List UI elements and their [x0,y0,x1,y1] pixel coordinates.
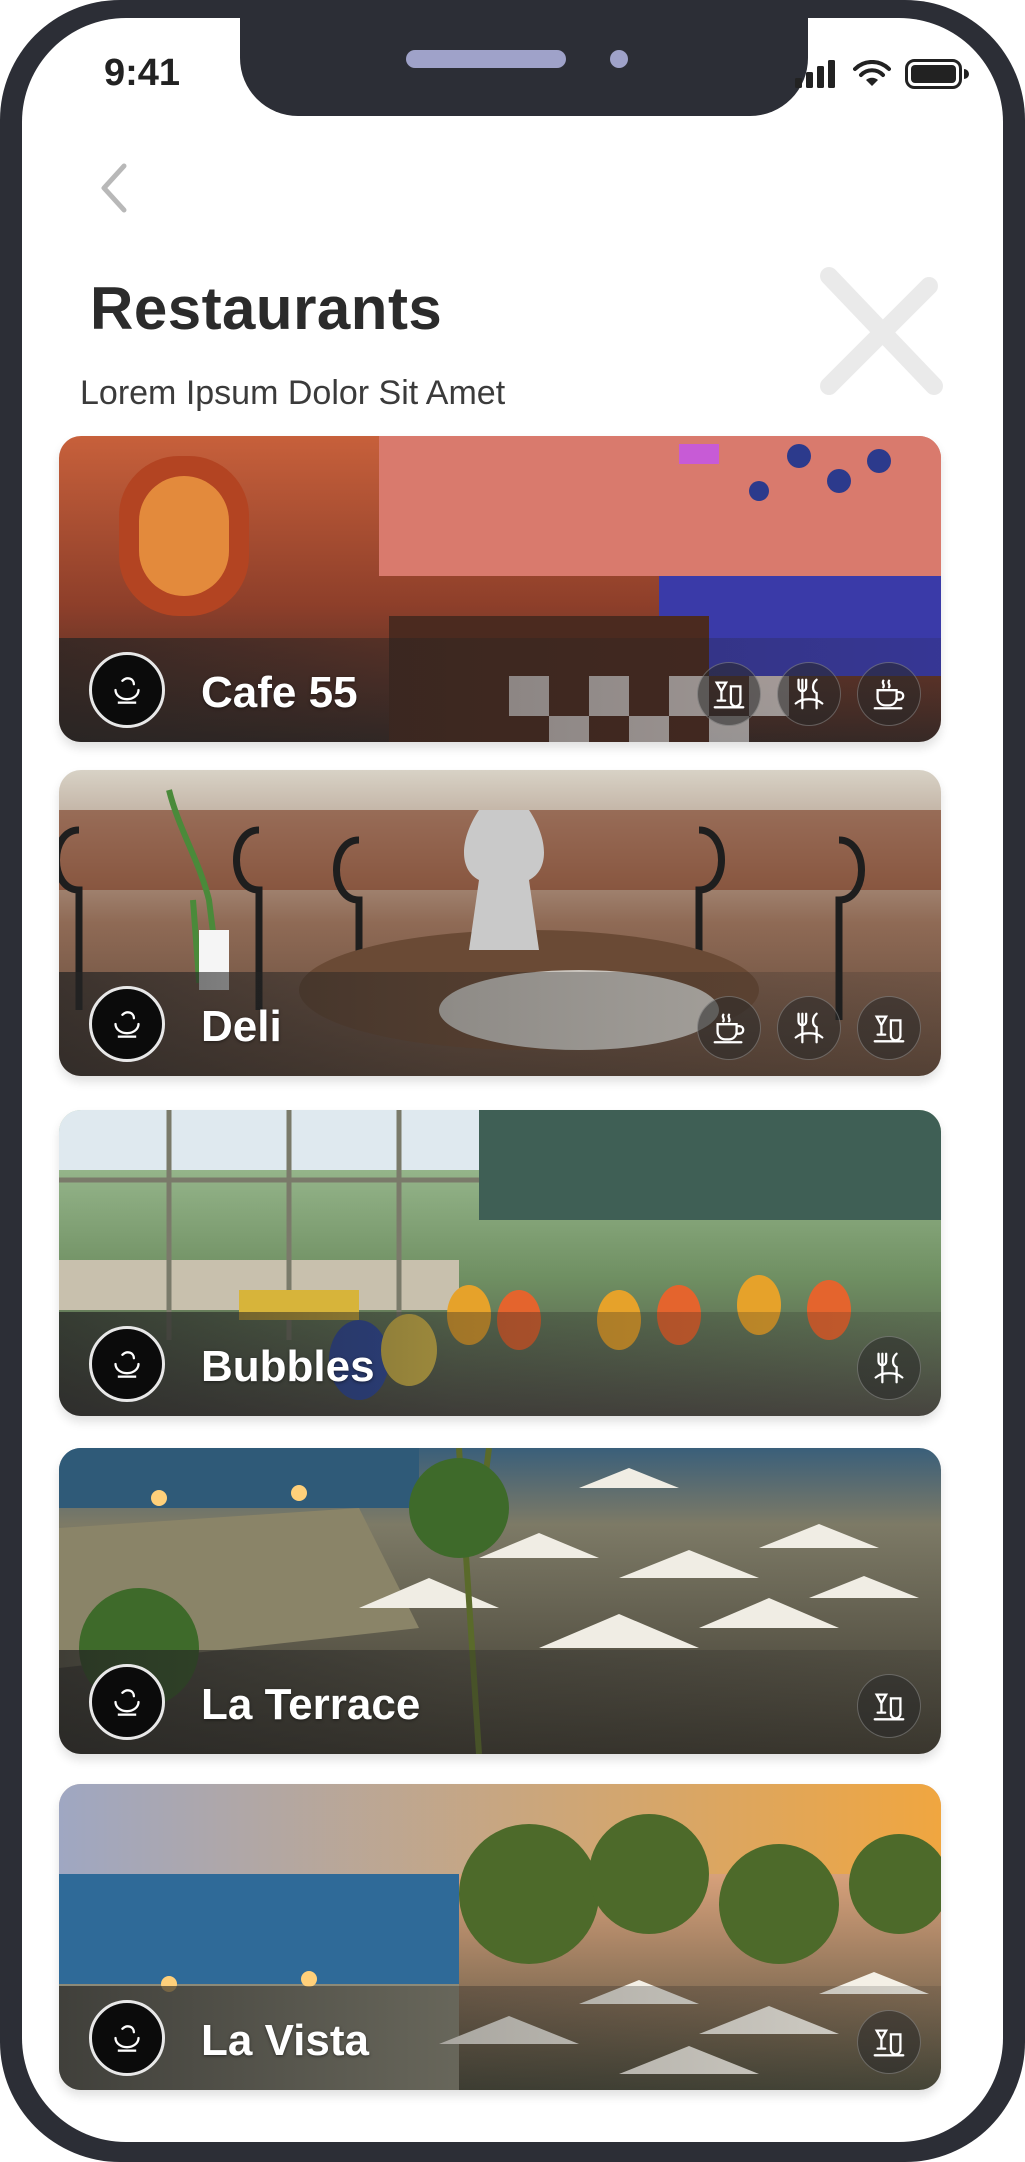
card-overlay [59,1650,941,1754]
cutlery-icon [777,996,841,1060]
app-screen: 9:41 Restaurants Lorem Ipsum Dolor Sit A… [22,18,1003,2142]
restaurant-logo [89,2000,165,2076]
card-overlay [59,1312,941,1416]
wifi-icon [853,60,891,86]
restaurant-logo [89,986,165,1062]
page-subtitle: Lorem Ipsum Dolor Sit Amet [80,374,506,412]
restaurant-card-la-vista[interactable]: La Vista [59,1784,941,2090]
restaurant-card-bubbles[interactable]: Bubbles [59,1110,941,1416]
restaurant-logo [89,652,165,728]
cutlery-watermark-icon [820,267,943,395]
bar-drinks-icon [697,662,761,726]
restaurant-card-la-terrace[interactable]: La Terrace [59,1448,941,1754]
front-camera [610,50,628,68]
restaurant-logo [89,1664,165,1740]
battery-icon [905,59,969,89]
restaurant-name: Cafe 55 [201,668,358,717]
coffee-icon [857,662,921,726]
speaker-grille [406,50,566,68]
bar-drinks-icon [857,2010,921,2074]
restaurant-name: La Vista [201,2016,369,2065]
restaurant-name: La Terrace [201,1680,421,1729]
feature-icons [697,662,921,726]
phone-frame: 9:41 Restaurants Lorem Ipsum Dolor Sit A… [0,0,1025,2162]
restaurant-logo [89,1326,165,1402]
device-notch [240,18,808,116]
feature-icons [697,996,921,1060]
card-overlay [59,1986,941,2090]
cutlery-icon [857,1336,921,1400]
bar-drinks-icon [857,1674,921,1738]
signal-icon [795,60,835,88]
page-title: Restaurants [90,275,443,342]
restaurant-card-deli[interactable]: Deli [59,770,941,1076]
status-time: 9:41 [104,52,181,94]
restaurant-card-cafe-55[interactable]: Cafe 55 [59,436,941,742]
restaurant-name: Bubbles [201,1342,375,1391]
back-chevron-icon[interactable] [90,158,136,218]
status-icons [795,58,969,90]
feature-icons [857,1336,921,1400]
feature-icons [857,2010,921,2074]
cutlery-icon [777,662,841,726]
feature-icons [857,1674,921,1738]
restaurant-name: Deli [201,1002,282,1051]
coffee-icon [697,996,761,1060]
bar-drinks-icon [857,996,921,1060]
